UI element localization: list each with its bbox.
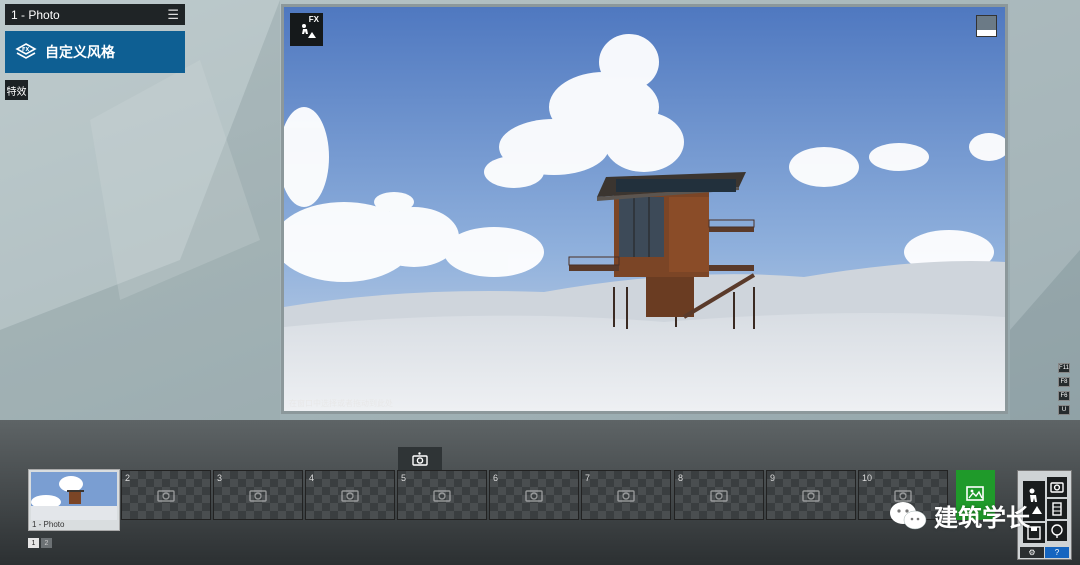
effects-button[interactable]: 特效: [5, 80, 28, 100]
camera-icon: [710, 490, 728, 502]
viewport-hint: 在窗口中选择或者拖动到此处: [289, 399, 393, 408]
key-f6[interactable]: F6: [1058, 391, 1070, 401]
camera-icon: [617, 490, 635, 502]
slot-number: 4: [309, 473, 315, 483]
page-button-2[interactable]: 2: [41, 538, 52, 548]
filmstrip-slot[interactable]: 9: [766, 470, 856, 520]
wechat-icon: [890, 501, 927, 529]
custom-style-button[interactable]: FX 自定义风格: [5, 31, 185, 73]
slot-caption: 1 - Photo: [32, 520, 65, 529]
layout-toggle-button[interactable]: [976, 15, 997, 37]
camera-icon: [525, 490, 543, 502]
render-viewport[interactable]: FX 在窗口中选择或者拖动到此处: [281, 4, 1008, 414]
project-selector[interactable]: 1 - Photo ☰: [5, 4, 185, 25]
capture-button[interactable]: [398, 447, 442, 471]
fx-mode-button[interactable]: FX: [290, 13, 323, 46]
slot-number: 8: [678, 473, 684, 483]
camera-icon: [249, 490, 267, 502]
slot-number: 7: [585, 473, 591, 483]
svg-text:FX: FX: [22, 47, 29, 53]
camera-icon: [433, 490, 451, 502]
layers-icon: FX: [15, 43, 37, 59]
slot-number: 6: [493, 473, 499, 483]
movie-mode-icon[interactable]: [1047, 499, 1067, 519]
filmstrip-slot[interactable]: 4: [305, 470, 395, 520]
custom-style-label: 自定义风格: [45, 44, 115, 60]
camera-icon: [157, 490, 175, 502]
gear-icon[interactable]: ⚙: [1020, 547, 1044, 558]
slot-number: 10: [862, 473, 873, 483]
slot-number: 5: [401, 473, 407, 483]
fx-label: FX: [308, 15, 319, 24]
hamburger-icon[interactable]: ☰: [167, 7, 179, 23]
camera-icon: [802, 490, 820, 502]
help-button[interactable]: ?: [1045, 547, 1069, 558]
effects-label: 特效: [6, 86, 27, 98]
filmstrip-slot[interactable]: 3: [213, 470, 303, 520]
wechat-watermark: 建筑学长: [888, 498, 1030, 533]
project-title: 1 - Photo: [11, 7, 60, 22]
key-f8[interactable]: F8: [1058, 377, 1070, 387]
slot-number: 2: [125, 473, 131, 483]
filmstrip-slot-active[interactable]: 1 - Photo: [28, 469, 120, 531]
camera-icon: [341, 490, 359, 502]
filmstrip-slot[interactable]: 5: [397, 470, 487, 520]
slot-thumbnail: [31, 472, 117, 520]
photo-mode-icon[interactable]: [1047, 477, 1067, 497]
slot-number: 3: [217, 473, 223, 483]
slot-number: 9: [770, 473, 776, 483]
watermark-text: 建筑学长: [934, 505, 1030, 532]
render-scene: [284, 7, 1005, 411]
page-button-1[interactable]: 1: [28, 538, 39, 548]
camera-icon: [412, 452, 428, 466]
layout-preview-icon: [977, 16, 996, 30]
filmstrip-slot[interactable]: 6: [489, 470, 579, 520]
filmstrip-slot[interactable]: 7: [581, 470, 671, 520]
filmstrip-slot[interactable]: 2: [121, 470, 211, 520]
key-u[interactable]: U: [1058, 405, 1070, 415]
filmstrip-slot[interactable]: 8: [674, 470, 764, 520]
key-f11[interactable]: F11: [1058, 363, 1070, 373]
panorama-mode-icon[interactable]: [1047, 521, 1067, 541]
